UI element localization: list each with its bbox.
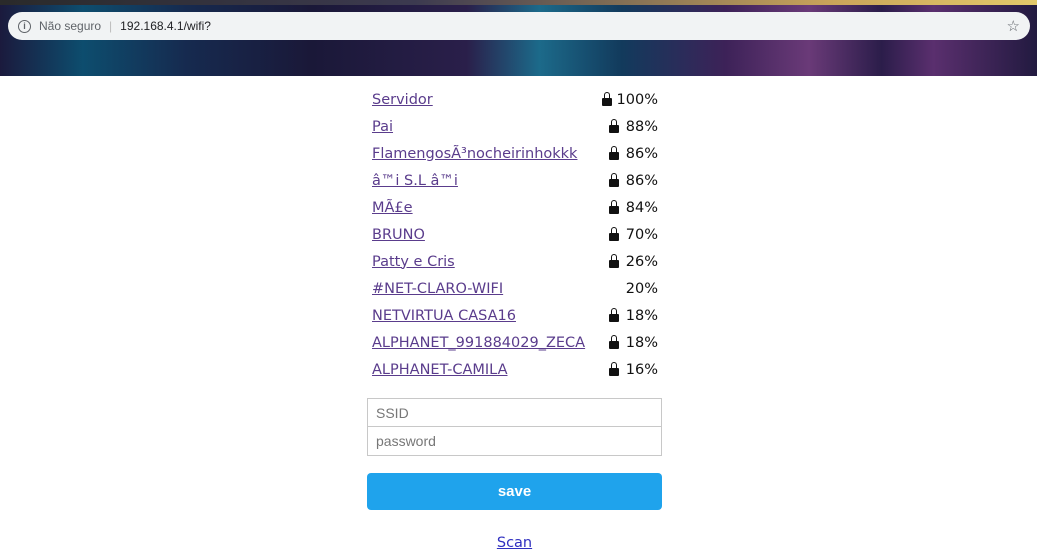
browser-chrome: i Não seguro | 192.168.4.1/wifi? ☆ (0, 0, 1037, 76)
network-signal: 70% (609, 226, 662, 243)
wifi-config-page: Servidor 100% Pai 88% FlamengosÃ³nocheirinho… (367, 86, 662, 551)
lock-icon (609, 172, 619, 187)
signal-quality: 86% (625, 145, 658, 162)
signal-quality: 18% (625, 307, 658, 324)
signal-quality: 88% (625, 118, 658, 135)
network-row: Patty e Cris 26% (367, 248, 662, 275)
url-separator: | (109, 19, 113, 33)
signal-quality: 84% (625, 199, 658, 216)
lock-icon (609, 118, 619, 133)
network-signal: 18% (609, 334, 662, 351)
security-status[interactable]: Não seguro (39, 19, 101, 33)
network-row: Pai 88% (367, 113, 662, 140)
network-ssid-link[interactable]: Servidor (367, 92, 433, 108)
network-row: #NET-CLARO-WIFI 20% (367, 275, 662, 302)
network-ssid-link[interactable]: NETVIRTUA CASA16 (367, 308, 516, 324)
network-signal: 86% (609, 145, 662, 162)
lock-icon (609, 334, 619, 349)
network-row: Servidor 100% (367, 86, 662, 113)
network-row: FlamengosÃ³nocheirinhokkk 86% (367, 140, 662, 167)
lock-icon (609, 199, 619, 214)
network-ssid-link[interactable]: FlamengosÃ³nocheirinhokkk (367, 146, 577, 162)
lock-icon (609, 307, 619, 322)
network-row: ALPHANET-CAMILA 16% (367, 356, 662, 383)
lock-icon (609, 253, 619, 268)
network-row: MÃ£e 84% (367, 194, 662, 221)
address-bar[interactable]: i Não seguro | 192.168.4.1/wifi? ☆ (8, 12, 1030, 40)
bookmark-star-icon[interactable]: ☆ (1007, 17, 1020, 35)
network-row: NETVIRTUA CASA16 18% (367, 302, 662, 329)
ssid-input[interactable] (367, 398, 662, 428)
network-ssid-link[interactable]: ALPHANET-CAMILA (367, 362, 508, 378)
network-signal: 18% (609, 307, 662, 324)
signal-quality: 16% (625, 361, 658, 378)
network-signal: 16% (609, 361, 662, 378)
network-ssid-link[interactable]: #NET-CLARO-WIFI (367, 281, 503, 297)
lock-icon (601, 91, 612, 106)
signal-quality: 18% (625, 334, 658, 351)
network-ssid-link[interactable]: BRUNO (367, 227, 425, 243)
network-signal: 86% (609, 172, 662, 189)
signal-quality: 86% (625, 172, 658, 189)
signal-quality: 26% (625, 253, 658, 270)
network-row: BRUNO 70% (367, 221, 662, 248)
network-ssid-link[interactable]: â™i S.L â™i (367, 173, 458, 189)
network-signal: 100% (601, 91, 662, 108)
network-signal: 88% (609, 118, 662, 135)
scan-link[interactable]: Scan (497, 535, 532, 551)
save-button[interactable]: save (367, 473, 662, 510)
url-text[interactable]: 192.168.4.1/wifi? (120, 19, 211, 33)
network-signal: 20% (609, 281, 662, 297)
password-input[interactable] (367, 426, 662, 456)
network-ssid-link[interactable]: Patty e Cris (367, 254, 455, 270)
network-list: Servidor 100% Pai 88% FlamengosÃ³nocheirinho… (367, 86, 662, 383)
network-row: ALPHANET_991884029_ZECA 18% (367, 329, 662, 356)
network-signal: 84% (609, 199, 662, 216)
network-ssid-link[interactable]: ALPHANET_991884029_ZECA (367, 335, 585, 351)
signal-quality: 70% (625, 226, 658, 243)
network-ssid-link[interactable]: Pai (367, 119, 393, 135)
lock-icon (609, 226, 619, 241)
signal-quality: 20% (625, 280, 658, 297)
network-row: â™i S.L â™i 86% (367, 167, 662, 194)
info-icon[interactable]: i (18, 19, 31, 33)
signal-quality: 100% (616, 91, 658, 108)
scan-container: Scan (367, 532, 662, 551)
lock-icon (609, 145, 619, 160)
network-ssid-link[interactable]: MÃ£e (367, 200, 413, 216)
network-signal: 26% (609, 253, 662, 270)
lock-icon (609, 361, 619, 376)
